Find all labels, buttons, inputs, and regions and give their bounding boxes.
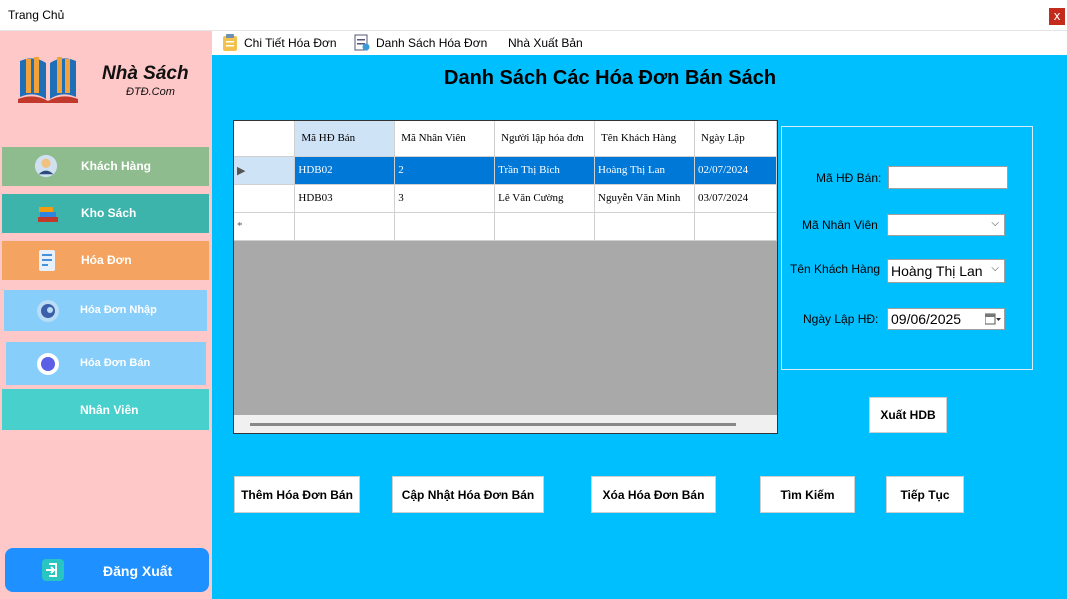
logout-button[interactable]: Đăng Xuất [5, 548, 209, 592]
invoice-grid[interactable]: Mã HĐ Bán Mã Nhân Viên Người lập hóa đơn… [233, 120, 778, 434]
add-invoice-button[interactable]: Thêm Hóa Đơn Bán [234, 476, 360, 513]
clipboard-icon [223, 34, 237, 51]
logo-books-icon [18, 57, 78, 103]
grid-corner-header [234, 121, 296, 157]
logout-label: Đăng Xuất [103, 563, 173, 579]
menubar: Chi Tiết Hóa Đơn Danh Sách Hóa Đơn Nhà X… [212, 31, 1067, 55]
cell-ma-nhan-vien[interactable]: 3 [394, 184, 496, 213]
cell-nguoi-lap[interactable]: Lê Văn Cường [494, 184, 596, 213]
label-ten-khach-hang: Tên Khách Hàng [790, 262, 881, 276]
sidebar-item-label: Khách Hàng [81, 159, 152, 173]
new-cell[interactable] [494, 212, 596, 241]
cell-ma-hd-ban[interactable]: HDB02 [294, 156, 396, 185]
cell-ma-nhan-vien[interactable]: 2 [394, 156, 496, 185]
cell-ngay-lap[interactable]: 03/07/2024 [694, 184, 777, 213]
column-header-ngay-lap[interactable]: Ngày Lập [694, 121, 777, 157]
ma-nhan-vien-select[interactable]: ⌵ [887, 214, 1005, 236]
chevron-down-icon: ⌵ [991, 263, 999, 274]
sidebar-item-label: Hóa Đơn Bán [80, 357, 151, 369]
ten-khach-hang-value: Hoàng Thị Lan [891, 263, 983, 279]
sidebar-item-label: Nhân Viên [80, 403, 139, 417]
grid-header-row: Mã HĐ Bán Mã Nhân Viên Người lập hóa đơn… [234, 121, 777, 157]
ngay-lap-value: 09/06/2025 [891, 311, 962, 327]
new-cell[interactable] [594, 212, 696, 241]
ten-khach-hang-select[interactable]: Hoàng Thị Lan ⌵ [887, 259, 1005, 283]
sidebar-item-hoa-don[interactable]: Hóa Đơn [2, 241, 209, 280]
sidebar-item-hoa-don-nhap[interactable]: Hóa Đơn Nhập [4, 290, 207, 331]
label-ma-nhan-vien: Mã Nhân Viên [802, 218, 878, 232]
column-header-ma-nhan-vien[interactable]: Mã Nhân Viên [394, 121, 496, 157]
window-titlebar: Trang Chủ x [0, 0, 1067, 31]
cell-nguoi-lap[interactable]: Trần Thị Bích [494, 156, 596, 185]
new-cell[interactable] [294, 212, 396, 241]
new-cell[interactable] [394, 212, 496, 241]
new-row-header[interactable]: * [234, 212, 296, 241]
sidebar-item-label: Kho Sách [81, 206, 137, 220]
calendar-icon[interactable] [984, 313, 1001, 328]
sidebar-item-nhan-vien[interactable]: Nhân Viên [2, 389, 209, 430]
menu-item-label: Chi Tiết Hóa Đơn [244, 36, 337, 50]
menu-chi-tiet-hoa-don[interactable]: Chi Tiết Hóa Đơn [222, 31, 337, 55]
chevron-down-icon: ⌵ [991, 218, 999, 229]
ma-hd-ban-input[interactable] [888, 166, 1008, 189]
delete-invoice-button[interactable]: Xóa Hóa Đơn Bán [591, 476, 716, 513]
cell-ma-hd-ban[interactable]: HDB03 [294, 184, 396, 213]
menu-item-label: Nhà Xuất Bản [508, 36, 583, 50]
invoice-icon [35, 249, 59, 273]
update-invoice-button[interactable]: Cập Nhật Hóa Đơn Bán [392, 476, 544, 513]
brand-subtitle: ĐTĐ.Com [126, 86, 175, 98]
table-row[interactable]: HDB03 3 Lê Văn Cường Nguyễn Văn Minh 03/… [234, 184, 777, 213]
books-icon [36, 202, 60, 226]
sidebar-item-hoa-don-ban[interactable]: Hóa Đơn Bán [6, 342, 206, 385]
cell-ten-khach-hang[interactable]: Nguyễn Văn Minh [594, 184, 696, 213]
row-header[interactable] [234, 184, 296, 213]
window-title: Trang Chủ [8, 8, 65, 22]
customer-icon [34, 154, 58, 178]
label-ngay-lap: Ngày Lập HĐ: [803, 312, 879, 326]
sidebar-item-khach-hang[interactable]: Khách Hàng [2, 147, 209, 186]
column-header-ma-hd-ban[interactable]: Mã HĐ Bán [294, 121, 396, 157]
main-panel: Danh Sách Các Hóa Đơn Bán Sách Mã HĐ Bán… [212, 55, 1067, 599]
horizontal-scrollbar[interactable] [234, 415, 777, 433]
column-header-ten-khach-hang[interactable]: Tên Khách Hàng [594, 121, 696, 157]
search-button[interactable]: Tìm Kiếm [760, 476, 855, 513]
cell-ten-khach-hang[interactable]: Hoàng Thị Lan [594, 156, 696, 185]
scrollbar-thumb[interactable] [250, 423, 736, 426]
sidebar-item-kho-sach[interactable]: Kho Sách [2, 194, 209, 233]
menu-item-label: Danh Sách Hóa Đơn [376, 36, 488, 50]
sidebar-item-label: Hóa Đơn Nhập [80, 304, 157, 316]
brand-name: Nhà Sách [102, 63, 189, 84]
invoice-form-panel [781, 126, 1033, 370]
import-invoice-icon [36, 299, 60, 323]
document-list-icon [354, 34, 370, 51]
table-row[interactable]: ▶ HDB02 2 Trần Thị Bích Hoàng Thị Lan 02… [234, 156, 777, 185]
menu-danh-sach-hoa-don[interactable]: Danh Sách Hóa Đơn [354, 31, 487, 55]
page-title: Danh Sách Các Hóa Đơn Bán Sách [444, 67, 777, 89]
logout-icon [41, 558, 65, 582]
continue-button[interactable]: Tiếp Tục [886, 476, 964, 513]
sidebar-item-label: Hóa Đơn [81, 253, 132, 267]
new-table-row[interactable]: * [234, 212, 777, 241]
ngay-lap-datepicker[interactable]: 09/06/2025 [887, 308, 1005, 330]
sales-invoice-icon [36, 352, 60, 376]
label-ma-hd-ban: Mã HĐ Bán: [816, 171, 882, 185]
column-header-nguoi-lap[interactable]: Người lập hóa đơn [494, 121, 596, 157]
export-hdb-button[interactable]: Xuất HDB [869, 397, 947, 433]
new-cell[interactable] [694, 212, 777, 241]
row-header[interactable]: ▶ [234, 156, 296, 185]
menu-nha-xuat-ban[interactable]: Nhà Xuất Bản [508, 31, 583, 55]
sidebar: Nhà Sách ĐTĐ.Com Khách Hàng Kho Sách Hóa… [0, 31, 212, 599]
cell-ngay-lap[interactable]: 02/07/2024 [694, 156, 777, 185]
close-icon[interactable]: x [1049, 8, 1065, 25]
